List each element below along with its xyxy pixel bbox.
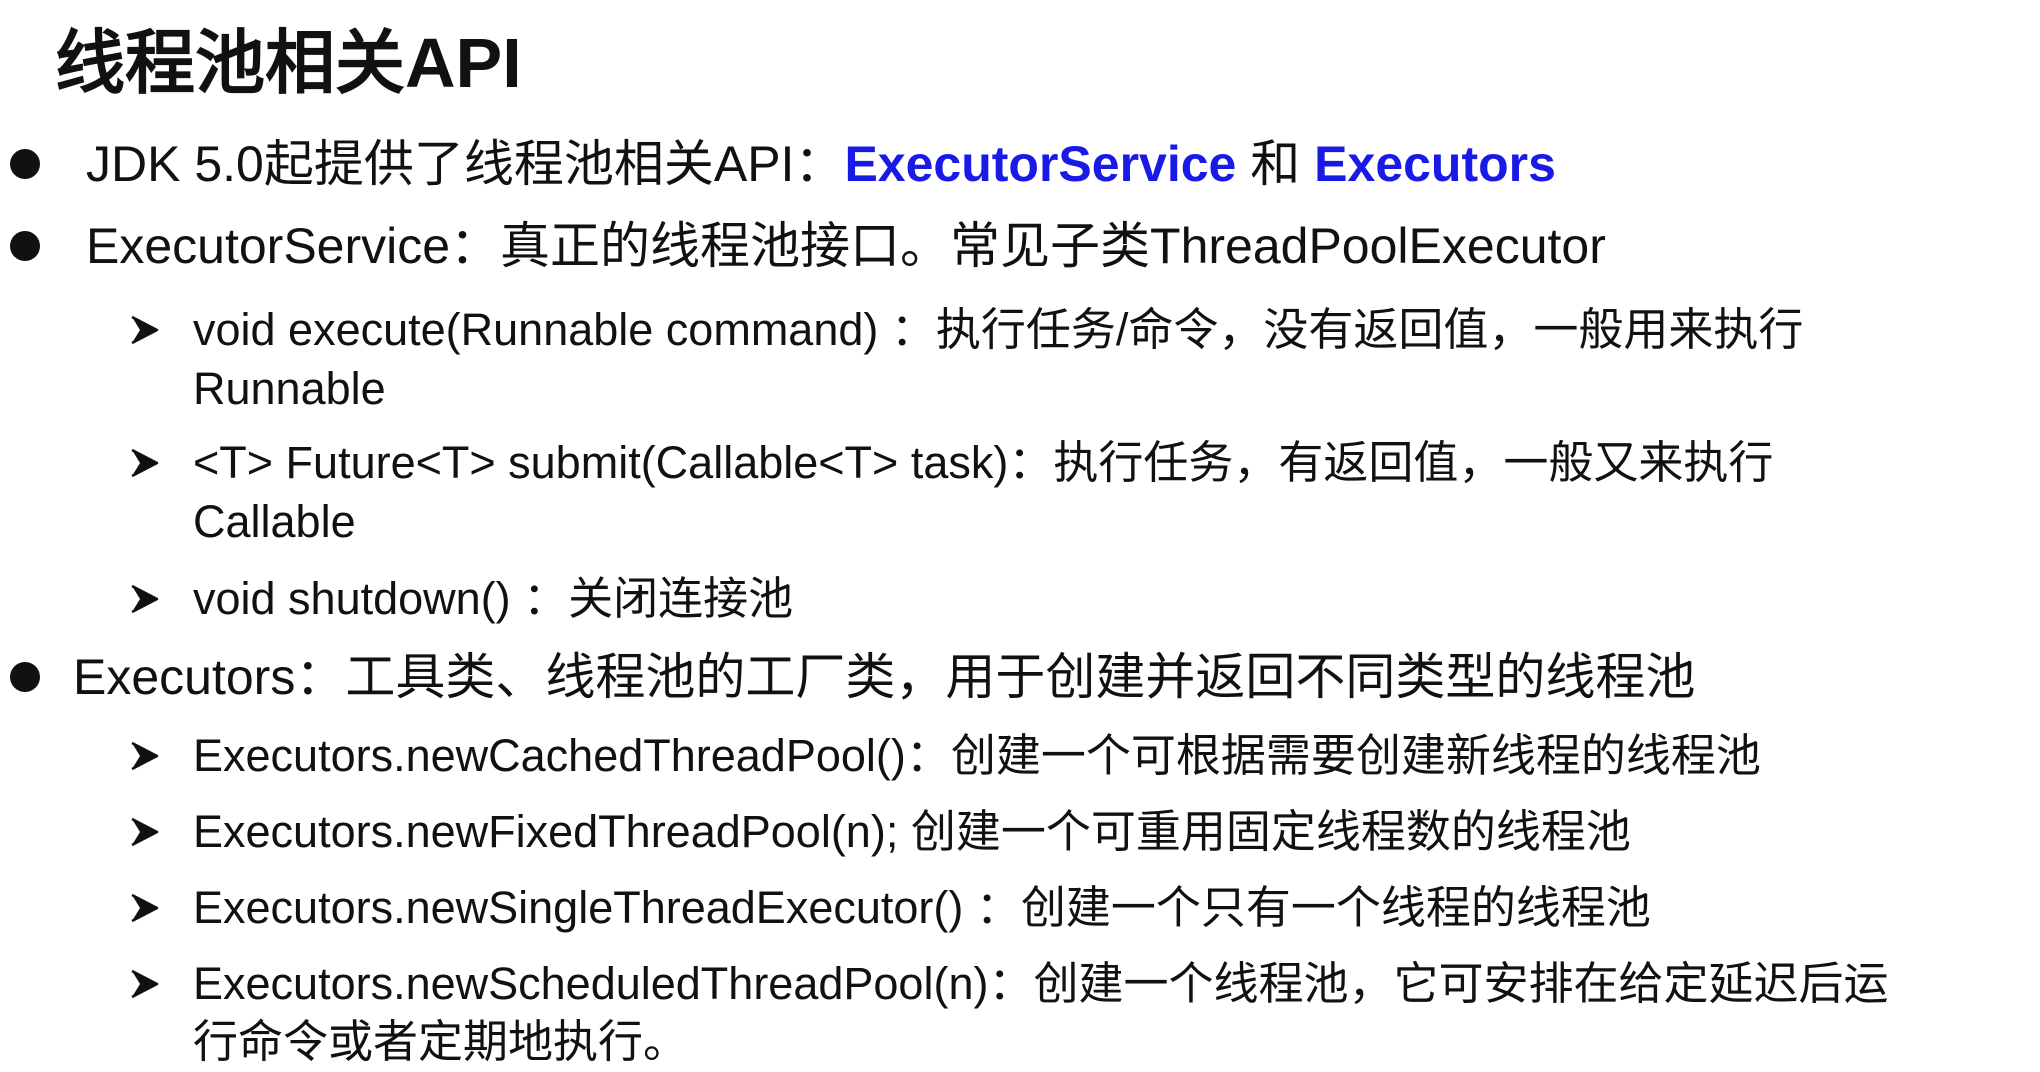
sub-item-submit-continuation: Callable	[193, 496, 356, 547]
sub-item-execute-continuation: Runnable	[193, 363, 386, 414]
sub-item-cached-pool-text: Executors.newCachedThreadPool()：创建一个可根据需…	[193, 730, 1761, 781]
bullet-dot-icon	[10, 231, 40, 261]
arrowhead-bullet-icon	[128, 447, 160, 479]
sub-item-scheduled-pool-text: Executors.newScheduledThreadPool(n)：创建一个…	[193, 958, 1889, 1009]
sub-item-submit-text: <T> Future<T> submit(Callable<T> task)：执…	[193, 437, 1774, 488]
and-word: 和	[1236, 136, 1315, 192]
bullet-executorservice-text: ExecutorService：真正的线程池接口。常见子类ThreadPoolE…	[86, 218, 1606, 274]
sub-item-shutdown-text: void shutdown() ：关闭连接池	[193, 573, 794, 624]
sub-item-scheduled-pool-continuation: 行命令或者定期地执行。	[193, 1016, 689, 1067]
arrowhead-bullet-icon	[128, 968, 160, 1000]
arrowhead-bullet-icon	[128, 816, 160, 848]
bullet-dot-icon	[10, 662, 40, 692]
executorservice-term: ExecutorService	[844, 136, 1237, 192]
slide-title: 线程池相关API	[55, 24, 522, 102]
arrowhead-bullet-icon	[128, 740, 160, 772]
sub-item-single-executor-text: Executors.newSingleThreadExecutor() ：创建一…	[193, 882, 1651, 933]
sub-item-execute-text: void execute(Runnable command) ：执行任务/命令，…	[193, 304, 1804, 355]
sub-item-fixed-pool-text: Executors.newFixedThreadPool(n); 创建一个可重用…	[193, 806, 1631, 857]
arrowhead-bullet-icon	[128, 583, 160, 615]
bullet-jdk-api-prefix: JDK 5.0起提供了线程池相关API：	[86, 136, 845, 192]
arrowhead-bullet-icon	[128, 314, 160, 346]
arrowhead-bullet-icon	[128, 892, 160, 924]
bullet-dot-icon	[10, 149, 40, 179]
bullet-executors-text: Executors：工具类、线程池的工厂类，用于创建并返回不同类型的线程池	[73, 649, 1696, 705]
executors-term: Executors	[1314, 136, 1556, 192]
bullet-jdk-api-text: JDK 5.0起提供了线程池相关API：ExecutorService 和 Ex…	[86, 132, 1556, 196]
